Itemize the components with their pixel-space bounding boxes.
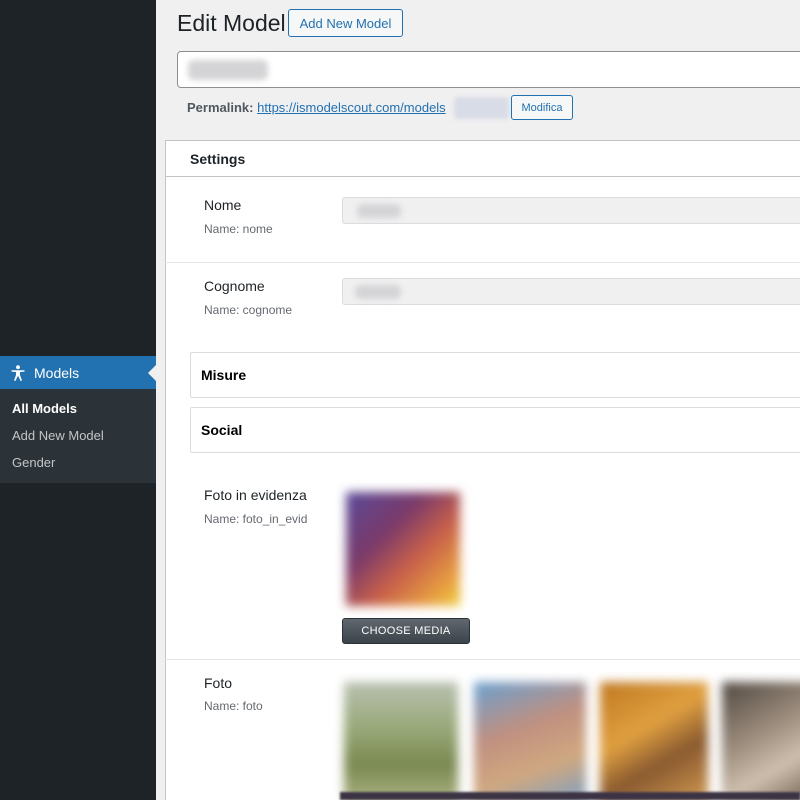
- foto-in-evidenza-label: Foto in evidenza: [204, 487, 307, 503]
- field-divider: [165, 659, 800, 660]
- permalink-row: Permalink: https://ismodelscout.com/mode…: [187, 100, 446, 115]
- permalink-label: Permalink:: [187, 100, 254, 115]
- choose-media-button[interactable]: CHOOSE MEDIA: [342, 618, 470, 644]
- gallery-image-2[interactable]: [474, 682, 586, 800]
- cognome-field-name: Name: cognome: [204, 303, 292, 317]
- cognome-label: Cognome: [204, 278, 265, 294]
- foto-label: Foto: [204, 675, 233, 691]
- current-menu-arrow: [148, 365, 156, 381]
- cognome-input[interactable]: [342, 278, 800, 305]
- gallery-strip: [340, 792, 800, 800]
- nome-field-name: Name: nome: [204, 222, 273, 236]
- foto-field-name: Name: foto: [204, 699, 263, 713]
- add-new-model-button[interactable]: Add New Model: [288, 9, 403, 37]
- permalink-link[interactable]: https://ismodelscout.com/models: [257, 100, 446, 115]
- metabox-title[interactable]: Settings: [166, 141, 800, 177]
- submenu-add-new-model[interactable]: Add New Model: [0, 422, 156, 449]
- group-social[interactable]: Social: [190, 407, 800, 453]
- nome-field-name-text: Name: nome: [204, 222, 273, 236]
- admin-sidebar: Models All Models Add New Model Gender: [0, 0, 156, 800]
- submenu-gender[interactable]: Gender: [0, 449, 156, 476]
- featured-image-thumbnail[interactable]: [346, 492, 460, 606]
- field-divider: [165, 262, 800, 263]
- models-submenu: All Models Add New Model Gender: [0, 389, 156, 483]
- gallery-image-1[interactable]: [344, 682, 458, 800]
- page-title: Edit Model: [177, 10, 286, 36]
- redacted-title: [188, 60, 268, 80]
- submenu-all-models[interactable]: All Models: [0, 395, 156, 422]
- post-title-input[interactable]: [177, 51, 800, 88]
- sidebar-item-label: Models: [34, 364, 80, 381]
- foto-in-evidenza-field-name-text: Name: foto_in_evid: [204, 512, 308, 526]
- foto-field-name-text: Name: foto: [204, 699, 263, 713]
- foto-in-evidenza-field-name: Name: foto_in_evid: [204, 512, 324, 526]
- redacted-slug: [454, 97, 509, 119]
- cognome-field-name-text: Name: cognome: [204, 303, 293, 317]
- redacted-nome: [357, 204, 401, 218]
- gallery-image-3[interactable]: [600, 682, 708, 800]
- edit-permalink-button[interactable]: Modifica: [511, 95, 573, 120]
- group-misure[interactable]: Misure: [190, 352, 800, 398]
- sidebar-item-models[interactable]: Models: [0, 356, 156, 389]
- gallery-image-4[interactable]: [722, 682, 800, 800]
- nome-input[interactable]: [342, 197, 800, 224]
- nome-label: Nome: [204, 197, 242, 213]
- accessibility-person-icon: [0, 364, 34, 381]
- redacted-cognome: [355, 285, 401, 299]
